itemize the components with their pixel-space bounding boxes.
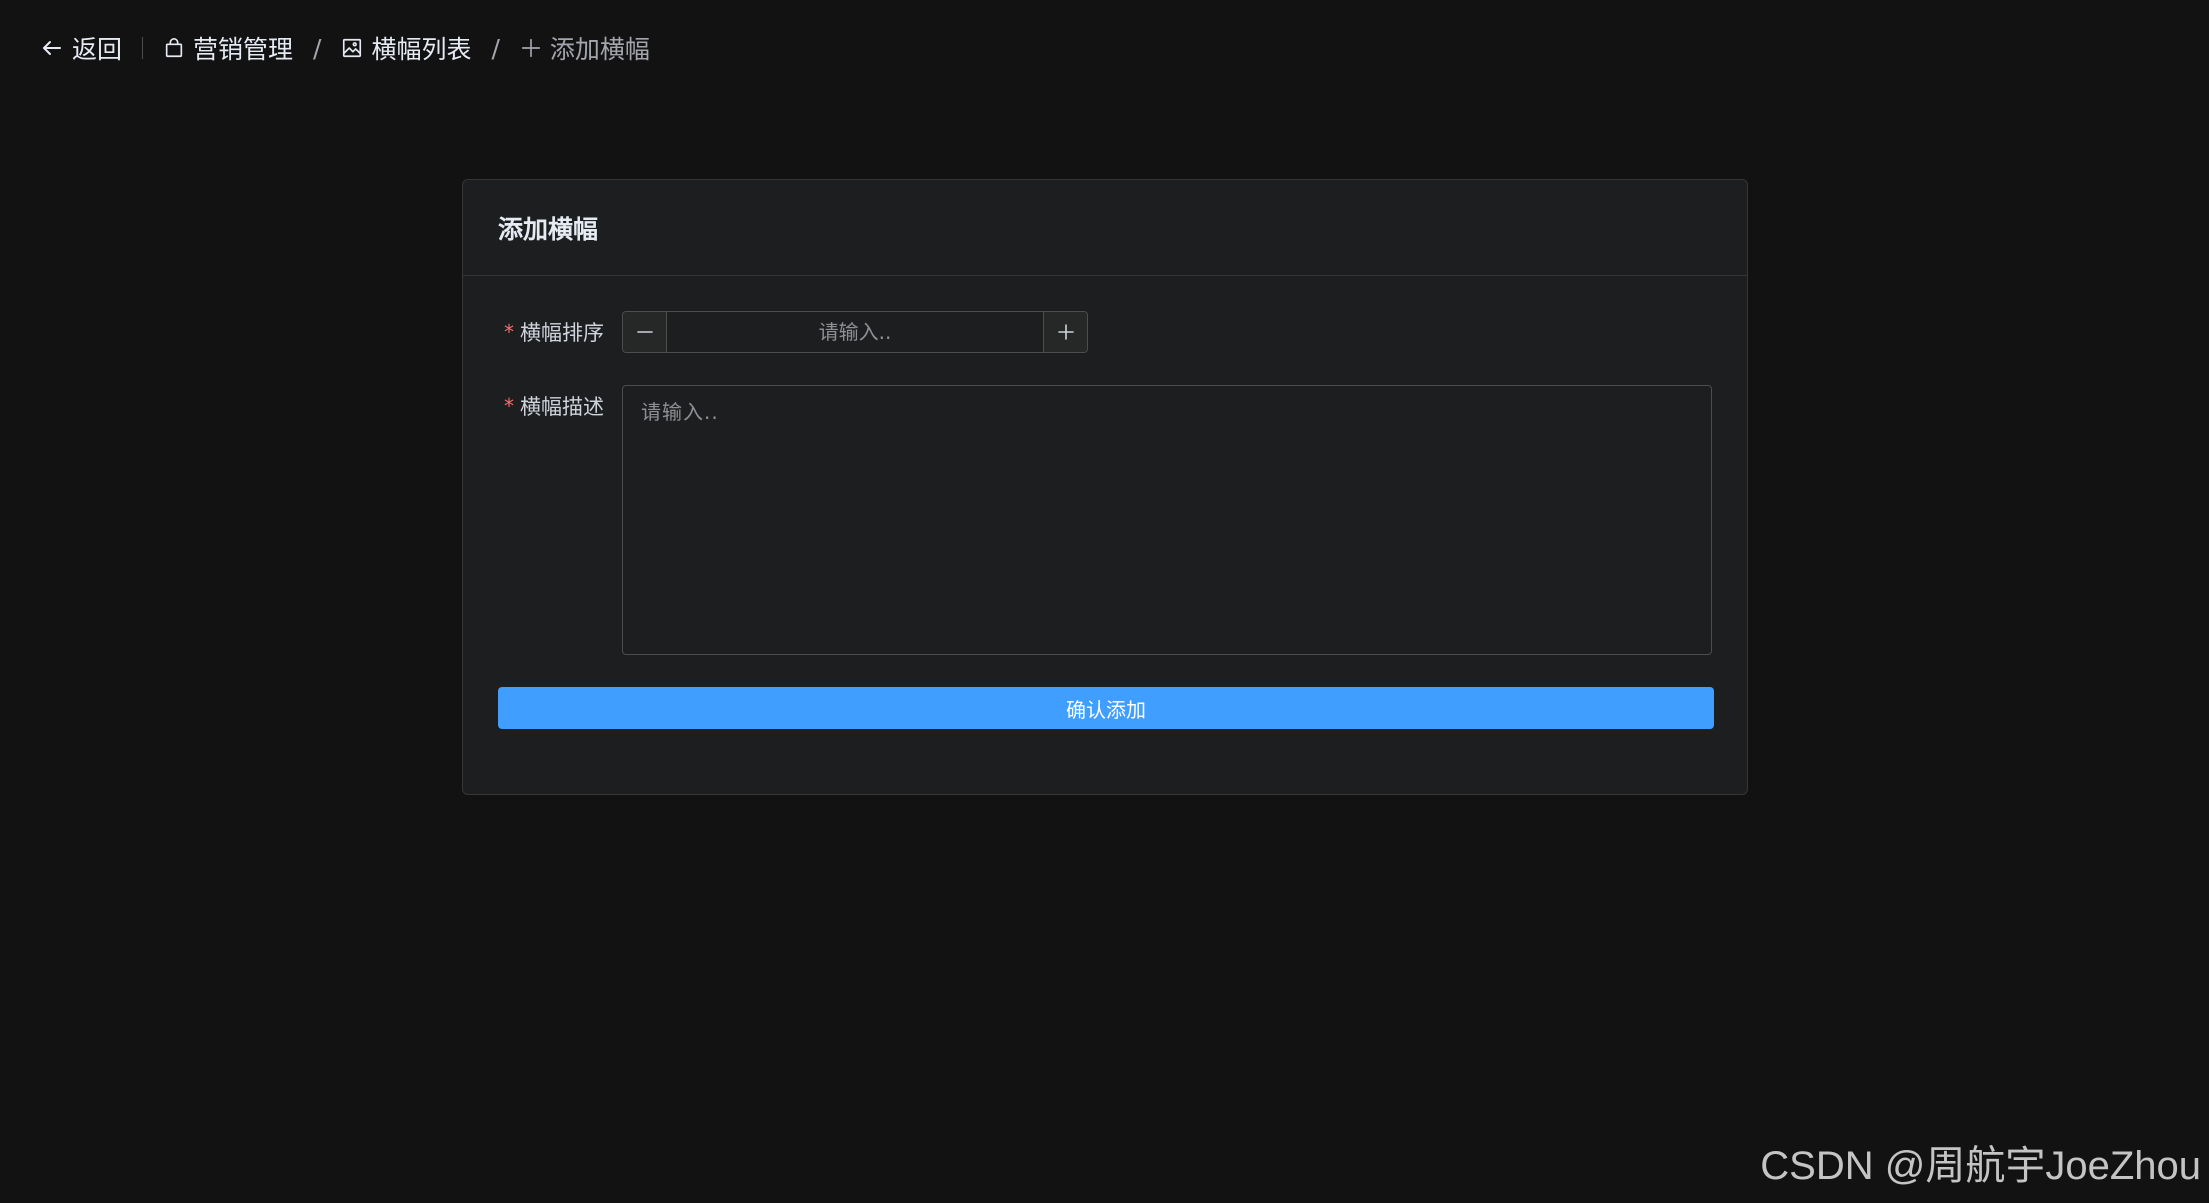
required-mark: * — [504, 394, 514, 418]
order-label: * 横幅排序 — [498, 311, 622, 353]
add-banner-form: * 横幅排序 * — [463, 276, 1747, 729]
plus-icon — [1057, 324, 1074, 340]
description-label: * 横幅描述 — [498, 385, 622, 427]
card-title: 添加横幅 — [463, 180, 1747, 276]
breadcrumb-marketing[interactable]: 营销管理 — [163, 30, 293, 66]
order-label-text: 横幅排序 — [520, 321, 604, 345]
back-label: 返回 — [72, 35, 123, 64]
description-label-text: 横幅描述 — [520, 395, 604, 419]
add-banner-card: 添加横幅 * 横幅排序 请输入.. * 横幅描述 请输入.. 确认添加 — [462, 179, 1748, 795]
breadcrumb-separator: / — [491, 33, 500, 63]
plus-icon — [521, 38, 540, 58]
breadcrumb-separator: / — [313, 33, 322, 63]
breadcrumb-banner-list[interactable]: 横幅列表 — [341, 30, 471, 66]
back-button[interactable]: 返回 — [40, 30, 122, 66]
shopping-bag-icon — [165, 38, 183, 58]
minus-icon — [636, 331, 653, 333]
breadcrumb-label: 营销管理 — [193, 35, 294, 64]
order-stepper — [622, 311, 1088, 353]
page-header: 返回 营销管理 / 横幅列表 / 添加横幅 — [40, 28, 650, 68]
form-row-description: * 横幅描述 — [498, 385, 1712, 655]
increase-button[interactable] — [1043, 312, 1087, 352]
confirm-add-button[interactable]: 确认添加 — [498, 687, 1714, 729]
breadcrumb-add-banner: 添加横幅 — [520, 30, 650, 66]
order-input[interactable] — [667, 312, 1043, 352]
arrow-left-icon — [43, 41, 61, 55]
breadcrumb-label: 添加横幅 — [549, 35, 650, 64]
watermark: CSDN @周航宇JoeZhou — [1760, 1144, 2201, 1188]
picture-icon — [343, 38, 362, 58]
breadcrumb-label: 横幅列表 — [371, 35, 472, 64]
header-divider — [142, 37, 144, 59]
decrease-button[interactable] — [623, 312, 667, 352]
form-row-order: * 横幅排序 — [498, 311, 1712, 353]
required-mark: * — [504, 320, 514, 344]
description-textarea[interactable] — [622, 385, 1712, 655]
